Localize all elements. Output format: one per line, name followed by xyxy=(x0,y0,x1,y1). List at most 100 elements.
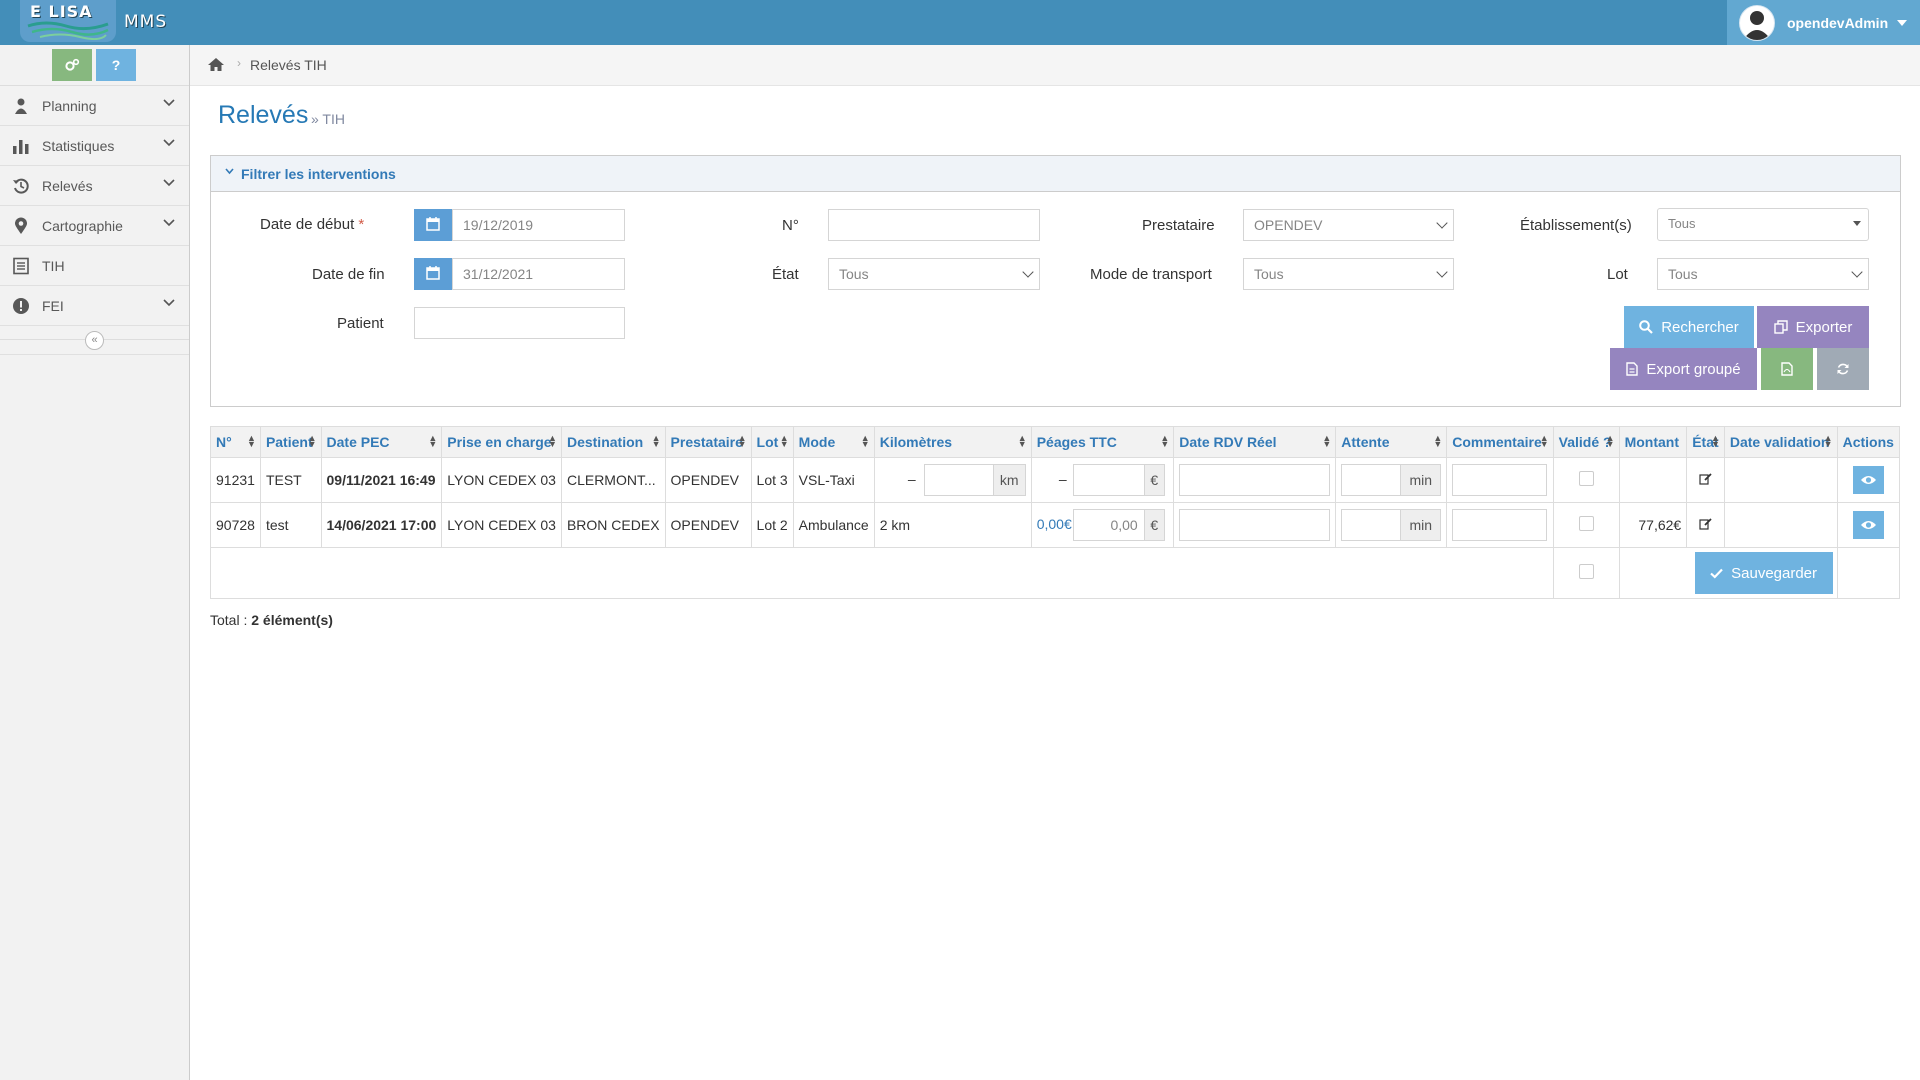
date-rdv-input[interactable] xyxy=(1179,509,1331,541)
lot-select[interactable]: Tous xyxy=(1657,258,1869,290)
caret-down-icon xyxy=(1897,19,1908,26)
cell-kilometres[interactable]: 2 km xyxy=(873,502,1032,548)
sort-icon: ▲ ▼ xyxy=(1433,433,1443,449)
export-groupe-button[interactable]: Export groupé xyxy=(1610,348,1757,390)
reset-button[interactable] xyxy=(1817,348,1869,390)
numero-input[interactable] xyxy=(828,209,1040,241)
total-value: 2 élément(s) xyxy=(251,612,333,628)
sort-icon: ▲ ▼ xyxy=(737,433,747,449)
peages-value: – xyxy=(1058,470,1067,487)
col-header-destination[interactable]: Destination ▲ ▼ xyxy=(560,426,666,458)
col-header-patient[interactable]: Patient ▲ ▼ xyxy=(259,426,322,458)
required-mark: * xyxy=(358,216,365,233)
username: opendevAdmin xyxy=(1787,14,1889,31)
sidebar-item-cartographie[interactable]: Cartographie xyxy=(0,206,189,246)
col-header-etat[interactable]: État ▲ ▼ xyxy=(1686,426,1725,458)
home-icon[interactable] xyxy=(207,57,225,72)
col-header-prestataire[interactable]: Prestataire ▲ ▼ xyxy=(664,426,752,458)
sidebar-item-label: Planning xyxy=(42,97,97,114)
attente-input[interactable] xyxy=(1341,509,1402,541)
prestataire-select[interactable]: OPENDEV xyxy=(1243,209,1454,241)
col-header-lot[interactable]: Lot ▲ ▼ xyxy=(750,426,794,458)
km-input[interactable] xyxy=(923,464,994,496)
edit-icon[interactable] xyxy=(1699,518,1712,530)
date-fin-input[interactable]: 31/12/2021 xyxy=(452,258,625,290)
col-header-numero[interactable]: N° ▲ ▼ xyxy=(210,426,261,458)
peages-value[interactable]: 0,00€ xyxy=(1037,516,1073,532)
attente-input[interactable] xyxy=(1341,464,1402,496)
cell-montant: 77,62€ xyxy=(1618,502,1688,548)
rechercher-button[interactable]: Rechercher xyxy=(1624,306,1754,348)
date-fin-calendar-button[interactable] xyxy=(414,258,452,290)
col-header-mode[interactable]: Mode ▲ ▼ xyxy=(792,426,875,458)
attente-unit: min xyxy=(1401,509,1442,541)
patient-input[interactable] xyxy=(414,307,625,339)
collapse-sidebar-icon[interactable]: « xyxy=(85,331,104,350)
date-rdv-input[interactable] xyxy=(1179,464,1331,496)
cell-actions xyxy=(1836,457,1901,503)
date-debut-calendar-button[interactable] xyxy=(414,209,452,241)
col-header-commentaire[interactable]: Commentaire ▲ ▼ xyxy=(1446,426,1554,458)
cell-patient: test xyxy=(259,502,322,548)
cell-kilometres: – km xyxy=(873,457,1032,503)
brand-logo[interactable]: E LISA xyxy=(20,0,116,42)
sidebar-item-fei[interactable]: FEI xyxy=(0,286,189,326)
settings-shortcut-button[interactable] xyxy=(52,49,92,81)
date-debut-input[interactable]: 19/12/2019 xyxy=(452,209,625,241)
table-header-row: N° ▲ ▼ Patient ▲ ▼ Date PEC ▲ ▼ Prise en charg… xyxy=(210,426,1901,458)
etat-select[interactable]: Tous xyxy=(828,258,1040,290)
chevron-down-icon xyxy=(163,299,175,307)
chevron-down-icon xyxy=(163,139,175,147)
view-button[interactable] xyxy=(1852,511,1884,539)
col-header-peages[interactable]: Péages TTC ▲ ▼ xyxy=(1030,426,1175,458)
exporter-button[interactable]: Exporter xyxy=(1757,306,1869,348)
col-header-valide[interactable]: Validé ? ▲ ▼ xyxy=(1552,426,1620,458)
sort-icon: ▲ ▼ xyxy=(1160,433,1170,449)
valide-checkbox[interactable] xyxy=(1578,516,1594,531)
export-pdf-button[interactable] xyxy=(1761,348,1813,390)
eye-icon xyxy=(1860,521,1876,529)
cell-lot: Lot 2 xyxy=(750,502,794,548)
edit-icon[interactable] xyxy=(1699,473,1712,485)
filter-panel-header[interactable]: Filtrer les interventions xyxy=(211,156,1900,192)
prestataire-select-value: OPENDEV xyxy=(1254,217,1323,233)
cell-date-pec: 09/11/2021 16:49 xyxy=(320,457,443,503)
sort-icon: ▲ ▼ xyxy=(1823,433,1833,449)
user-icon xyxy=(15,98,27,114)
col-header-date-validation[interactable]: Date validation ▲ ▼ xyxy=(1723,426,1838,458)
cell-attente: min xyxy=(1335,502,1448,548)
sidebar-item-tih[interactable]: TIH xyxy=(0,246,189,286)
valide-checkbox[interactable] xyxy=(1578,471,1594,486)
sort-icon: ▲ ▼ xyxy=(1710,433,1720,449)
sidebar-item-planning[interactable]: Planning xyxy=(0,86,189,126)
sidebar-item-releves[interactable]: Relevés xyxy=(0,166,189,206)
col-header-prise-en-charge[interactable]: Prise en charge ▲ ▼ xyxy=(441,426,562,458)
chevron-down-icon xyxy=(163,219,175,227)
etat-label: État xyxy=(772,266,799,283)
sidebar: ? Planning Statistiques Relevés Cartogra… xyxy=(0,45,190,1080)
etat-select-value: Tous xyxy=(839,266,869,282)
lot-label: Lot xyxy=(1607,266,1628,283)
help-shortcut-button[interactable]: ? xyxy=(96,49,136,81)
col-header-kilometres[interactable]: Kilomètres ▲ ▼ xyxy=(873,426,1032,458)
commentaire-input[interactable] xyxy=(1452,464,1548,496)
caret-down-icon xyxy=(1853,221,1861,226)
save-label: Sauvegarder xyxy=(1731,564,1818,582)
save-button[interactable]: Sauvegarder xyxy=(1694,552,1833,594)
etablissements-multiselect[interactable]: Tous xyxy=(1657,208,1869,241)
sidebar-item-statistiques[interactable]: Statistiques xyxy=(0,126,189,166)
user-menu[interactable]: opendevAdmin xyxy=(1727,0,1920,45)
peages-input[interactable]: 0,00 xyxy=(1072,509,1145,541)
mode-transport-select[interactable]: Tous xyxy=(1243,258,1454,290)
export-groupe-label: Export groupé xyxy=(1646,360,1741,378)
col-header-date-pec[interactable]: Date PEC ▲ ▼ xyxy=(320,426,443,458)
col-header-date-rdv[interactable]: Date RDV Réel ▲ ▼ xyxy=(1173,426,1337,458)
commentaire-input[interactable] xyxy=(1452,509,1548,541)
cell-etat xyxy=(1686,457,1725,503)
col-header-attente[interactable]: Attente ▲ ▼ xyxy=(1335,426,1448,458)
select-all-checkbox[interactable] xyxy=(1578,564,1594,579)
view-button[interactable] xyxy=(1852,466,1884,494)
cell-date-rdv xyxy=(1173,457,1337,503)
peages-input[interactable] xyxy=(1072,464,1145,496)
total-count: Total : 2 élément(s) xyxy=(210,612,333,628)
